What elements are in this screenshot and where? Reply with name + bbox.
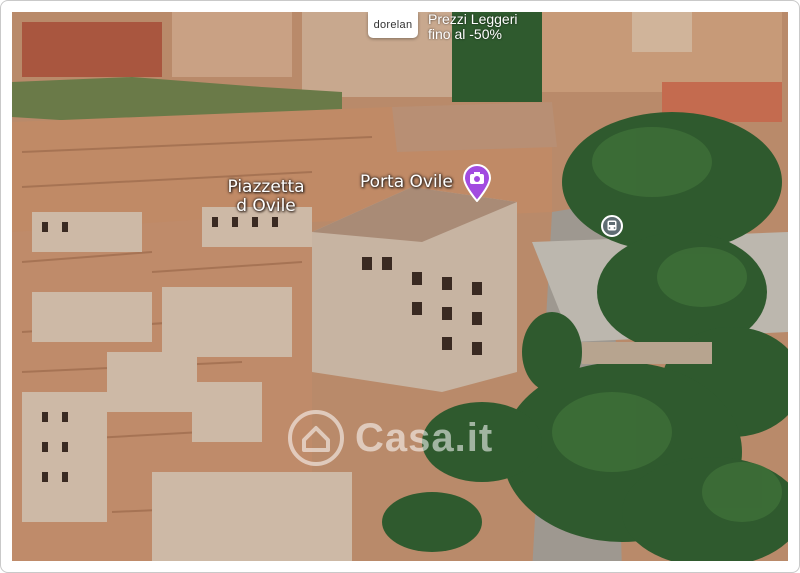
place-label-piazzetta-d-ovile[interactable]: Piazzetta d Ovile [216, 178, 316, 216]
casa-it-watermark: Casa.it [287, 408, 527, 468]
map-imagery [12, 12, 788, 561]
place-label-line-1: Piazzetta [227, 177, 305, 197]
place-label-line-2: d Ovile [236, 196, 296, 216]
ad-text-line-2: fino al -50% [428, 26, 502, 42]
watermark-text: Casa.it [355, 415, 494, 460]
ad-text-line-1: Prezzi Leggeri [428, 12, 518, 27]
ad-text: Prezzi Leggeri fino al -50% [428, 12, 518, 42]
house-watermark-icon [288, 410, 344, 466]
satellite-3d-map[interactable]: Piazzetta d Ovile Porta Ovile dorelan Pr… [12, 12, 788, 561]
ad-brand-logo: dorelan [368, 12, 418, 38]
place-label-porta-ovile[interactable]: Porta Ovile [360, 173, 453, 192]
map-frame: Piazzetta d Ovile Porta Ovile dorelan Pr… [0, 0, 800, 573]
bus-stop-icon[interactable] [601, 215, 623, 237]
camera-pin-icon[interactable] [462, 164, 492, 203]
ad-banner[interactable]: dorelan Prezzi Leggeri fino al -50% [368, 12, 542, 42]
